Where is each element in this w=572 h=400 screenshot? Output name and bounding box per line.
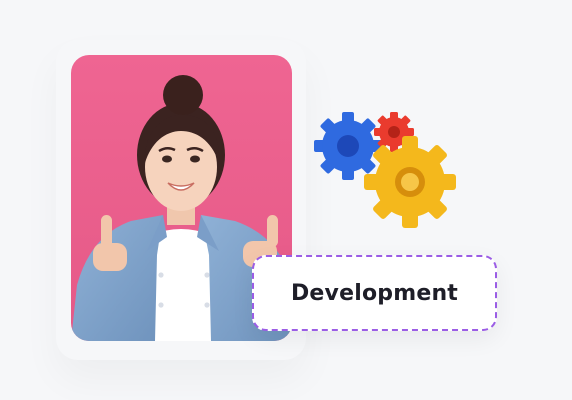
gears-icon-graphic [314, 112, 456, 228]
development-label-box: Development [252, 255, 497, 331]
gears-icon [306, 104, 462, 234]
development-label: Development [290, 280, 459, 306]
